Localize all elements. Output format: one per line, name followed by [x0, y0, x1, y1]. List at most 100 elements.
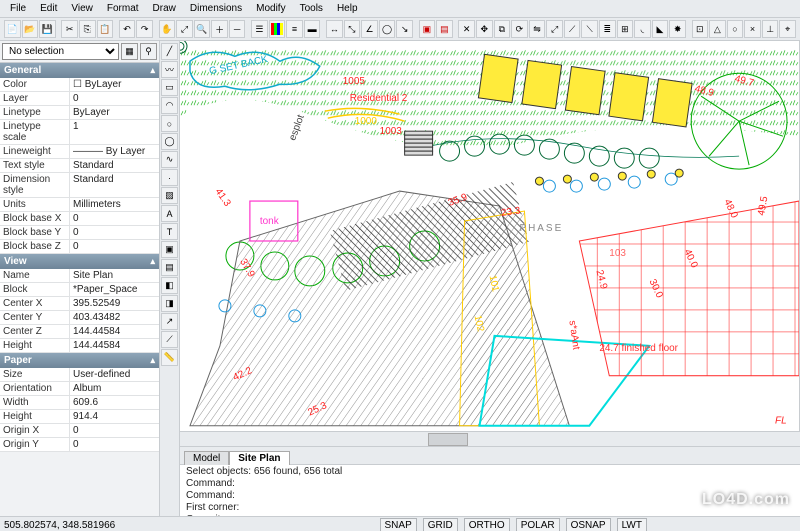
snap-mid-icon[interactable]: △ [709, 20, 726, 38]
property-value[interactable]: Album [70, 382, 159, 395]
menu-tools[interactable]: Tools [294, 1, 329, 16]
point-icon[interactable]: · [161, 169, 178, 186]
section-general-header[interactable]: General ▴ [0, 63, 159, 78]
array-icon[interactable]: ⊞ [617, 20, 634, 38]
property-value[interactable]: Site Plan [70, 269, 159, 282]
zoom-window-icon[interactable]: 🔍 [194, 20, 211, 38]
extend-icon[interactable]: ⟍ [581, 20, 598, 38]
save-icon[interactable]: 💾 [39, 20, 56, 38]
arc-icon[interactable]: ◠ [161, 97, 178, 114]
property-value[interactable]: 403.43482 [70, 311, 159, 324]
zoom-extents-icon[interactable]: ⤢ [176, 20, 193, 38]
spline-icon[interactable]: ∿ [161, 151, 178, 168]
wipeout-icon[interactable]: ◨ [161, 295, 178, 312]
property-value[interactable]: 0 [70, 424, 159, 437]
snap-node-icon[interactable]: × [744, 20, 761, 38]
cut-icon[interactable]: ✂ [61, 20, 78, 38]
property-row[interactable]: Block base Y0 [0, 226, 159, 240]
snap-near-icon[interactable]: ⌖ [779, 20, 796, 38]
horizontal-scrollbar[interactable] [180, 431, 800, 446]
property-row[interactable]: Block*Paper_Space [0, 283, 159, 297]
dim-align-icon[interactable]: ⤡ [344, 20, 361, 38]
block-insert-icon[interactable]: ▤ [161, 259, 178, 276]
property-row[interactable]: UnitsMillimeters [0, 198, 159, 212]
fillet-icon[interactable]: ◟ [634, 20, 651, 38]
property-value[interactable]: *Paper_Space [70, 283, 159, 296]
region-icon[interactable]: ◧ [161, 277, 178, 294]
quick-select-icon[interactable]: ⚲ [140, 43, 157, 60]
rotate-icon[interactable]: ⟳ [511, 20, 528, 38]
property-row[interactable]: Width609.6 [0, 396, 159, 410]
selection-combo[interactable]: No selection [2, 43, 119, 60]
zoom-out-icon[interactable]: － [229, 20, 246, 38]
dim-radius-icon[interactable]: ◯ [379, 20, 396, 38]
hatch-icon[interactable]: ▨ [161, 187, 178, 204]
property-row[interactable]: Block base Z0 [0, 240, 159, 254]
erase-icon[interactable]: ✕ [458, 20, 475, 38]
text-icon[interactable]: A [161, 205, 178, 222]
offset-icon[interactable]: ≣ [599, 20, 616, 38]
property-value[interactable]: ByLayer [70, 106, 159, 119]
copy-icon[interactable]: ⎘ [79, 20, 96, 38]
linetype-icon[interactable]: ≡ [286, 20, 303, 38]
menu-view[interactable]: View [65, 1, 99, 16]
property-value[interactable]: 914.4 [70, 410, 159, 423]
circle-icon[interactable]: ○ [161, 115, 178, 132]
line-icon[interactable]: ╱ [161, 43, 178, 60]
property-value[interactable]: ——— By Layer [70, 145, 159, 158]
property-row[interactable]: Lineweight——— By Layer [0, 145, 159, 159]
pick-icon[interactable]: ▦ [121, 43, 138, 60]
property-row[interactable]: Text styleStandard [0, 159, 159, 173]
snap-end-icon[interactable]: ⊡ [692, 20, 709, 38]
menu-dimensions[interactable]: Dimensions [184, 1, 248, 16]
trim-icon[interactable]: ⟋ [564, 20, 581, 38]
tab-site-plan[interactable]: Site Plan [229, 451, 289, 465]
scale-icon[interactable]: ⤢ [546, 20, 563, 38]
property-row[interactable]: LinetypeByLayer [0, 106, 159, 120]
lineweight-icon[interactable]: ▬ [304, 20, 321, 38]
property-row[interactable]: OrientationAlbum [0, 382, 159, 396]
toggle-lwt[interactable]: LWT [617, 518, 647, 531]
toggle-ortho[interactable]: ORTHO [464, 518, 510, 531]
property-row[interactable]: Height914.4 [0, 410, 159, 424]
property-value[interactable]: 0 [70, 438, 159, 451]
property-value[interactable]: 395.52549 [70, 297, 159, 310]
property-value[interactable]: Standard [70, 173, 159, 197]
explode-icon[interactable]: ✸ [669, 20, 686, 38]
pan-icon[interactable]: ✋ [159, 20, 176, 38]
section-paper-header[interactable]: Paper ▴ [0, 353, 159, 368]
toggle-osnap[interactable]: OSNAP [566, 518, 611, 531]
property-row[interactable]: Block base X0 [0, 212, 159, 226]
property-row[interactable]: Layer0 [0, 92, 159, 106]
dim-leader-icon[interactable]: ↘ [396, 20, 413, 38]
move-icon[interactable]: ✥ [476, 20, 493, 38]
chamfer-icon[interactable]: ◣ [652, 20, 669, 38]
property-row[interactable]: Center Z144.44584 [0, 325, 159, 339]
menu-modify[interactable]: Modify [250, 1, 291, 16]
property-value[interactable]: User-defined [70, 368, 159, 381]
property-row[interactable]: NameSite Plan [0, 269, 159, 283]
toggle-grid[interactable]: GRID [423, 518, 458, 531]
measure-icon[interactable]: 📏 [161, 349, 178, 366]
polyline-icon[interactable]: 〰 [161, 61, 178, 78]
mtext-icon[interactable]: T [161, 223, 178, 240]
ellipse-icon[interactable]: ◯ [161, 133, 178, 150]
section-view-header[interactable]: View ▴ [0, 254, 159, 269]
command-window[interactable]: Select objects: 656 found, 656 total Com… [180, 464, 800, 516]
menu-format[interactable]: Format [101, 1, 145, 16]
property-row[interactable]: SizeUser-defined [0, 368, 159, 382]
layers-icon[interactable]: ☰ [251, 20, 268, 38]
property-row[interactable]: Dimension styleStandard [0, 173, 159, 198]
paste-icon[interactable]: 📋 [97, 20, 114, 38]
insert-icon[interactable]: ▤ [436, 20, 453, 38]
snap-perp-icon[interactable]: ⊥ [762, 20, 779, 38]
new-icon[interactable]: 📄 [4, 20, 21, 38]
property-value[interactable]: 144.44584 [70, 339, 159, 352]
property-row[interactable]: Color☐ ByLayer [0, 78, 159, 92]
menu-file[interactable]: File [4, 1, 32, 16]
property-value[interactable]: Millimeters [70, 198, 159, 211]
rect-icon[interactable]: ▭ [161, 79, 178, 96]
block-icon[interactable]: ▣ [419, 20, 436, 38]
menu-edit[interactable]: Edit [34, 1, 63, 16]
dim-angular-icon[interactable]: ∠ [361, 20, 378, 38]
